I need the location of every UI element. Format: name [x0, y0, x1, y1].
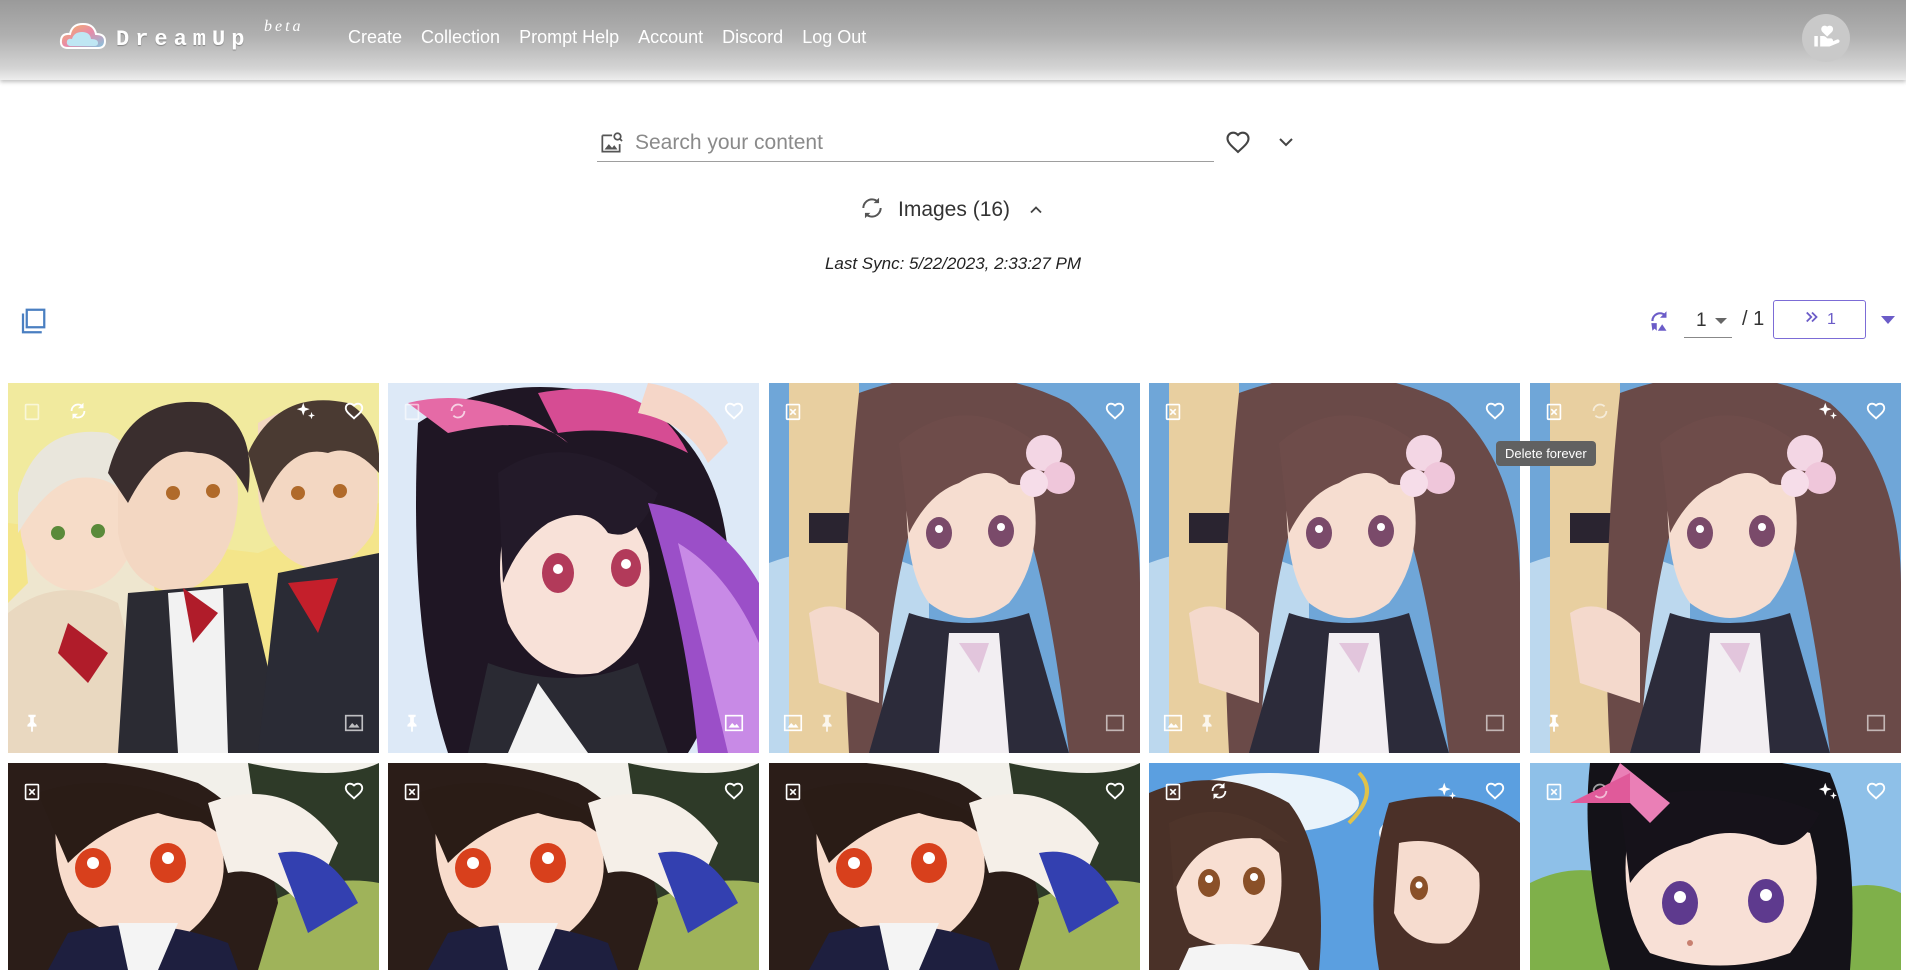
- nav-create[interactable]: Create: [348, 27, 402, 48]
- nav-log-out[interactable]: Log Out: [802, 27, 866, 48]
- delete-icon[interactable]: [1161, 779, 1185, 803]
- pin-icon[interactable]: [1195, 711, 1219, 735]
- favorite-heart-icon[interactable]: [342, 779, 366, 803]
- favorite-heart-icon[interactable]: [722, 399, 746, 423]
- image-fullsize-icon[interactable]: [342, 711, 366, 735]
- page-total-text: / 1: [1742, 308, 1765, 330]
- anime-artwork-image: [1530, 763, 1901, 970]
- jump-to-last-page-button[interactable]: 1: [1773, 300, 1866, 339]
- anime-artwork-image: [8, 763, 379, 970]
- anime-artwork-image: [8, 383, 379, 753]
- enhance-sparkle-icon[interactable]: [1816, 399, 1840, 423]
- image-search-icon: [597, 129, 625, 157]
- top-navbar: DreamUp beta Create Collection Prompt He…: [0, 0, 1906, 80]
- search-input[interactable]: [635, 130, 1195, 155]
- nav-discord[interactable]: Discord: [722, 27, 783, 48]
- logo-text: DreamUp: [116, 26, 251, 52]
- nav-collection[interactable]: Collection: [421, 27, 500, 48]
- image-card[interactable]: [769, 383, 1140, 753]
- favorite-heart-icon[interactable]: [1103, 399, 1127, 423]
- delete-icon[interactable]: [400, 399, 424, 423]
- pin-icon[interactable]: [400, 711, 424, 735]
- collapse-chevron-up-icon[interactable]: [1026, 200, 1046, 220]
- enhance-sparkle-icon[interactable]: [1435, 779, 1459, 803]
- gallery-icon[interactable]: [1161, 711, 1185, 735]
- favorite-heart-icon[interactable]: [1483, 779, 1507, 803]
- delete-forever-icon[interactable]: [1542, 399, 1566, 423]
- beta-label: beta: [264, 18, 304, 35]
- image-card[interactable]: [1149, 763, 1520, 970]
- pin-icon[interactable]: [815, 711, 839, 735]
- anime-artwork-image: [388, 763, 759, 970]
- regenerate-icon[interactable]: [1588, 779, 1612, 803]
- pagination-refresh-icon[interactable]: [1646, 308, 1674, 334]
- user-avatar-button[interactable]: [1802, 14, 1850, 62]
- image-card[interactable]: [1530, 763, 1901, 970]
- favorite-heart-icon[interactable]: [1864, 779, 1888, 803]
- pagination-menu-caret-icon[interactable]: [1881, 316, 1895, 324]
- sync-refresh-icon[interactable]: [858, 195, 886, 226]
- anime-artwork-image: [1149, 763, 1520, 970]
- image-card[interactable]: [388, 763, 759, 970]
- enhance-sparkle-icon[interactable]: [294, 399, 318, 423]
- double-chevron-right-icon: [1803, 308, 1821, 331]
- page-number-select[interactable]: 1: [1684, 304, 1732, 338]
- image-card[interactable]: [1530, 383, 1901, 753]
- anime-artwork-image: [1530, 383, 1901, 753]
- hand-heart-icon: [1812, 22, 1840, 55]
- favorite-heart-icon[interactable]: [1103, 779, 1127, 803]
- delete-icon[interactable]: [1161, 399, 1185, 423]
- nav-prompt-help[interactable]: Prompt Help: [519, 27, 619, 48]
- image-fullsize-icon[interactable]: [1103, 711, 1127, 735]
- image-fullsize-icon[interactable]: [1483, 711, 1507, 735]
- favorite-heart-icon[interactable]: [1483, 399, 1507, 423]
- delete-icon[interactable]: [781, 779, 805, 803]
- image-fullsize-icon[interactable]: [1864, 711, 1888, 735]
- delete-icon[interactable]: [400, 779, 424, 803]
- delete-icon[interactable]: [20, 779, 44, 803]
- delete-forever-tooltip: Delete forever: [1496, 441, 1596, 466]
- favorite-heart-icon[interactable]: [342, 399, 366, 423]
- anime-artwork-image: [769, 763, 1140, 970]
- dreamup-logo[interactable]: DreamUp: [58, 16, 250, 56]
- regenerate-icon[interactable]: [446, 399, 470, 423]
- anime-artwork-image: [1149, 383, 1520, 753]
- image-card[interactable]: [8, 763, 379, 970]
- pin-icon[interactable]: [1542, 711, 1566, 735]
- anime-artwork-image: [769, 383, 1140, 753]
- gallery-icon[interactable]: [781, 711, 805, 735]
- regenerate-icon[interactable]: [1207, 779, 1231, 803]
- anime-artwork-image: [388, 383, 759, 753]
- favorite-heart-icon[interactable]: [1864, 399, 1888, 423]
- delete-icon[interactable]: [1542, 779, 1566, 803]
- enhance-sparkle-icon[interactable]: [1816, 779, 1840, 803]
- regenerate-icon[interactable]: [66, 399, 90, 423]
- main-nav: Create Collection Prompt Help Account Di…: [348, 27, 866, 48]
- last-sync-text: Last Sync: 5/22/2023, 2:33:27 PM: [824, 254, 1082, 273]
- regenerate-icon[interactable]: [1588, 399, 1612, 423]
- current-page-value: 1: [1696, 309, 1707, 331]
- favorite-filter-heart-icon[interactable]: [1224, 128, 1252, 156]
- filter-dropdown-chevron-icon[interactable]: [1274, 130, 1298, 154]
- image-card[interactable]: [8, 383, 379, 753]
- images-count-label: Images (16): [898, 198, 1011, 221]
- images-section-header: Images (16): [858, 195, 1046, 225]
- delete-icon[interactable]: [781, 399, 805, 423]
- image-card[interactable]: [1149, 383, 1520, 753]
- image-fullsize-icon[interactable]: [722, 711, 746, 735]
- jump-page-label: 1: [1827, 310, 1836, 328]
- search-bar: [597, 124, 1214, 162]
- image-card[interactable]: [769, 763, 1140, 970]
- image-card[interactable]: [388, 383, 759, 753]
- nav-account[interactable]: Account: [638, 27, 703, 48]
- cloud-logo-icon: [58, 18, 108, 54]
- caret-down-icon: [1714, 317, 1727, 324]
- delete-icon[interactable]: [20, 399, 44, 423]
- favorite-heart-icon[interactable]: [722, 779, 746, 803]
- pin-icon[interactable]: [20, 711, 44, 735]
- select-all-copy-icon[interactable]: [18, 306, 48, 336]
